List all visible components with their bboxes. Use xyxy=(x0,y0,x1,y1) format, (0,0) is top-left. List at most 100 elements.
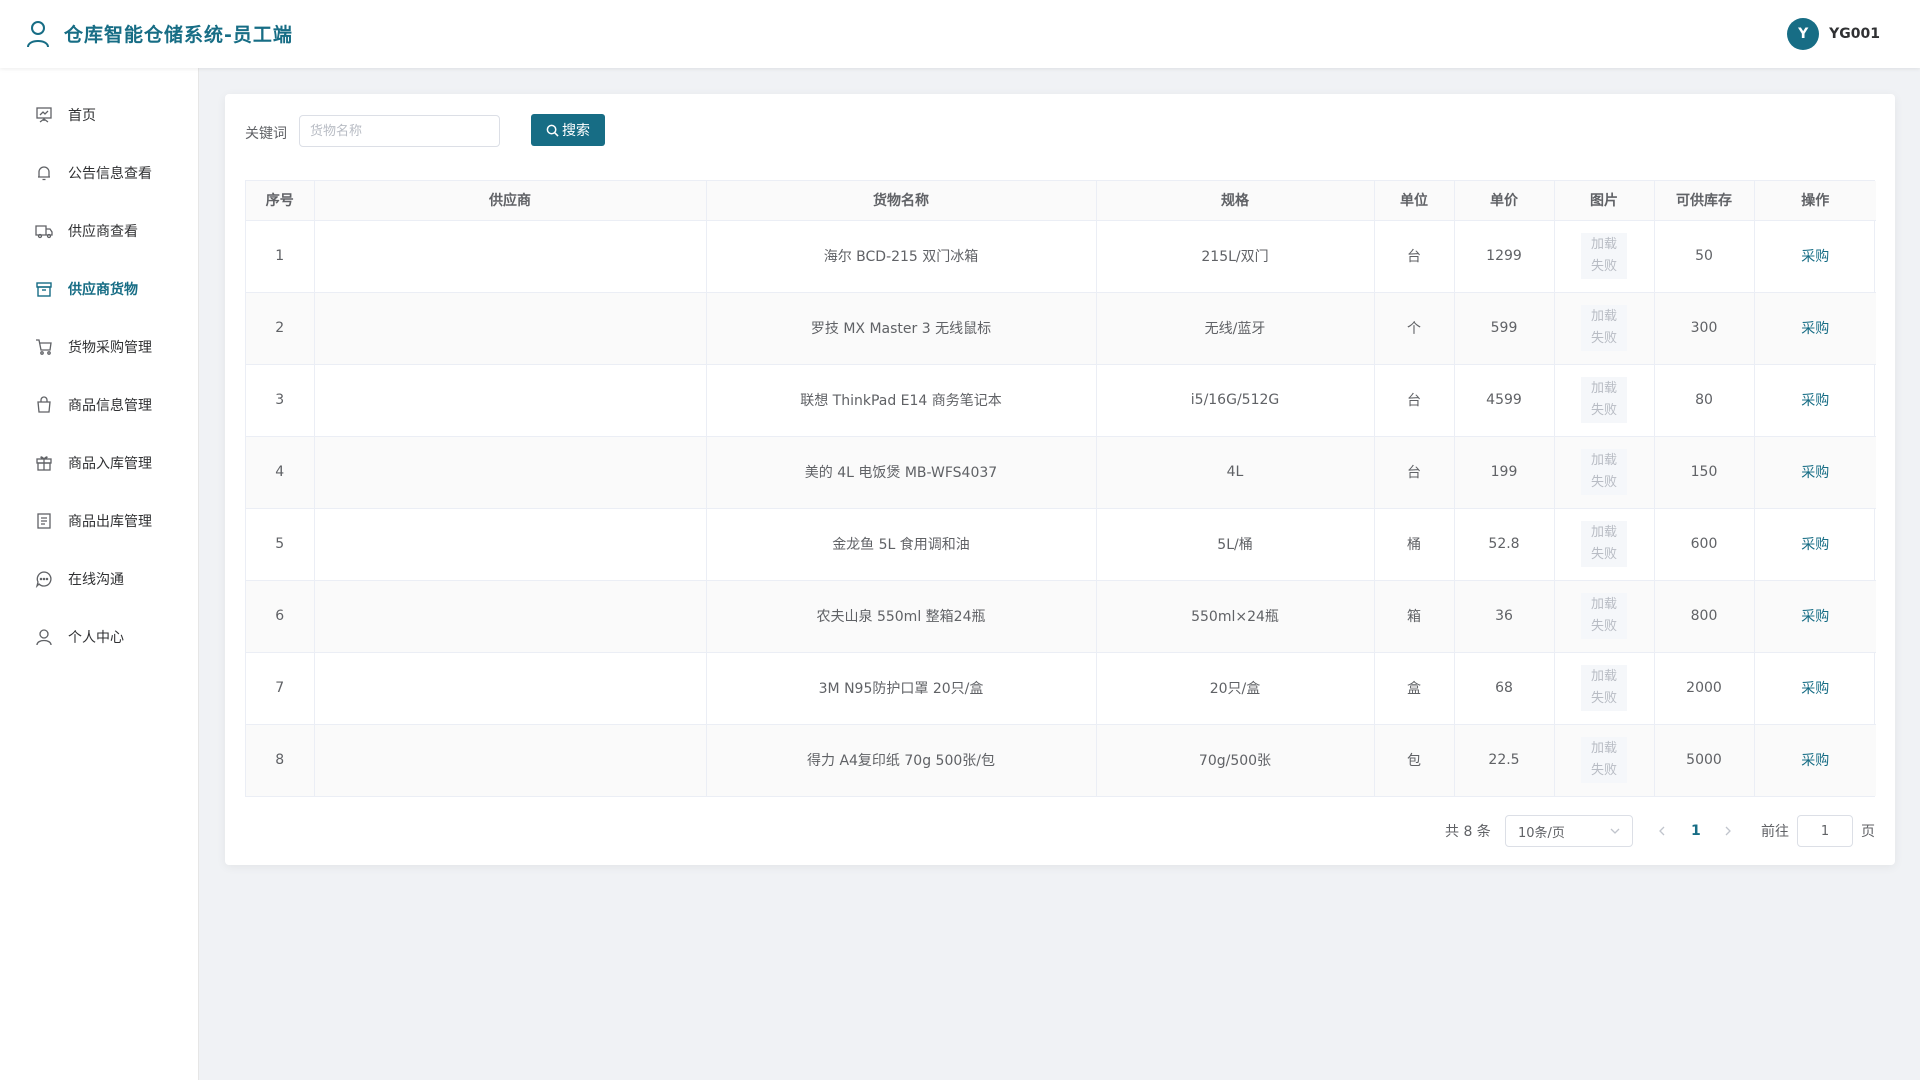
cart-icon xyxy=(36,339,52,355)
goto-page-input[interactable] xyxy=(1797,815,1853,847)
action-cell: 采购 xyxy=(1754,436,1876,509)
purchase-link[interactable]: 采购 xyxy=(1801,249,1829,265)
column-header: 单位 xyxy=(1374,181,1455,221)
price-cell: 4599 xyxy=(1454,364,1555,437)
search-button-label: 搜索 xyxy=(562,123,590,139)
goods-name-cell: 得力 A4复印纸 70g 500张/包 xyxy=(706,724,1097,796)
sidebar-item-supplier-goods[interactable]: 供应商货物 xyxy=(0,261,199,317)
price-cell: 36 xyxy=(1454,580,1555,653)
goods-table: 序号 供应商 货物名称 规格 单位 单价 图片 可供库存 操作 1 海尔 BCD-… xyxy=(245,180,1876,797)
sidebar-item-announcements[interactable]: 公告信息查看 xyxy=(0,145,199,201)
sidebar-item-product-info[interactable]: 商品信息管理 xyxy=(0,377,199,433)
spec-cell: 550ml×24瓶 xyxy=(1096,580,1375,653)
sidebar-item-label: 首页 xyxy=(68,108,96,124)
unit-cell: 台 xyxy=(1374,364,1455,437)
price-cell: 22.5 xyxy=(1454,724,1555,796)
next-page-button[interactable] xyxy=(1723,815,1733,847)
table-row: 1 海尔 BCD-215 双门冰箱 215L/双门台 1299 加载失败 50 采购 xyxy=(246,220,1876,293)
page-size-select[interactable]: 10条/页 xyxy=(1505,815,1633,847)
app-header: 仓库智能仓储系统-员工端 Y YG001 xyxy=(0,0,1920,68)
price-cell: 52.8 xyxy=(1454,508,1555,581)
image-cell: 加载失败 xyxy=(1554,292,1655,365)
column-header: 操作 xyxy=(1754,181,1876,221)
table-row: 7 3M N95防护口罩 20只/盒 20只/盒盒 68 加载失败 2000 采购 xyxy=(246,652,1876,725)
search-input[interactable] xyxy=(299,115,500,147)
sidebar-item-home[interactable]: 首页 xyxy=(0,87,199,143)
row-number: 5 xyxy=(246,508,315,581)
search-icon xyxy=(546,124,559,137)
goods-name-cell: 联想 ThinkPad E14 商务笔记本 xyxy=(706,364,1097,437)
table-row: 3 联想 ThinkPad E14 商务笔记本 i5/16G/512G 台 4599 加载… xyxy=(246,364,1876,437)
avatar[interactable]: Y xyxy=(1787,18,1820,50)
price-cell: 599 xyxy=(1454,292,1555,365)
purchase-link[interactable]: 采购 xyxy=(1801,753,1829,769)
image-load-failed: 加载失败 xyxy=(1581,737,1627,784)
sidebar-item-stock-out[interactable]: 商品出库管理 xyxy=(0,493,199,549)
purchase-link[interactable]: 采购 xyxy=(1801,393,1829,409)
sidebar-item-profile[interactable]: 个人中心 xyxy=(0,609,199,665)
spec-cell: 无线/蓝牙 xyxy=(1096,292,1375,365)
spec-cell: 215L/双门 xyxy=(1096,220,1375,293)
purchase-link[interactable]: 采购 xyxy=(1801,681,1829,697)
image-cell: 加载失败 xyxy=(1554,508,1655,581)
app-title: 仓库智能仓储系统-员工端 xyxy=(64,24,293,46)
row-number: 2 xyxy=(246,292,315,365)
goods-name-cell: 美的 4L 电饭煲 MB-WFS4037 xyxy=(706,436,1097,509)
purchase-link[interactable]: 采购 xyxy=(1801,537,1829,553)
action-cell: 采购 xyxy=(1754,220,1876,293)
purchase-link[interactable]: 采购 xyxy=(1801,465,1829,481)
spec-cell: 70g/500张 xyxy=(1096,724,1375,796)
table-row: 5 金龙鱼 5L 食用调和油 5L/桶桶 52.8 加载失败 600 采购 xyxy=(246,508,1876,581)
sidebar-item-label: 供应商查看 xyxy=(68,224,138,240)
sidebar-item-purchase[interactable]: 货物采购管理 xyxy=(0,319,199,375)
stock-cell: 80 xyxy=(1654,364,1755,437)
unit-cell: 个 xyxy=(1374,292,1455,365)
gift-box-icon xyxy=(36,456,52,471)
goto-label: 前往 xyxy=(1761,824,1789,840)
sidebar-item-stock-in[interactable]: 商品入库管理 xyxy=(0,435,199,491)
sidebar-item-label: 商品入库管理 xyxy=(68,456,152,472)
column-header: 单价 xyxy=(1454,181,1555,221)
prev-page-button[interactable] xyxy=(1657,815,1667,847)
user-menu[interactable]: Y YG001 xyxy=(1787,18,1880,50)
content-card: 关键词 搜索 序号 供应商 货物名称 规格 单位 单价 图片 可供 xyxy=(225,94,1895,865)
image-load-failed: 加载失败 xyxy=(1581,665,1627,711)
stock-cell: 300 xyxy=(1654,292,1755,365)
supplier-cell xyxy=(314,580,707,653)
action-cell: 采购 xyxy=(1754,652,1876,725)
table-row: 6 农夫山泉 550ml 整箱24瓶 550ml×24瓶箱 36 加载失败 800 采购 xyxy=(246,580,1876,653)
sidebar-item-label: 商品出库管理 xyxy=(68,514,152,530)
row-number: 3 xyxy=(246,364,315,437)
goods-name-cell: 农夫山泉 550ml 整箱24瓶 xyxy=(706,580,1097,653)
action-cell: 采购 xyxy=(1754,364,1876,437)
search-button[interactable]: 搜索 xyxy=(531,114,605,146)
supplier-cell xyxy=(314,292,707,365)
sidebar-item-label: 在线沟通 xyxy=(68,572,124,588)
table-row: 4 美的 4L 电饭煲 MB-WFS4037 4L 台 199 加载失败 150 采购 xyxy=(246,436,1876,509)
row-number: 6 xyxy=(246,580,315,653)
image-load-failed: 加载失败 xyxy=(1581,449,1627,495)
row-number: 4 xyxy=(246,436,315,509)
action-cell: 采购 xyxy=(1754,292,1876,365)
spec-cell: i5/16G/512G xyxy=(1096,364,1375,437)
image-load-failed: 加载失败 xyxy=(1581,377,1627,423)
supplier-cell xyxy=(314,724,707,796)
purchase-link[interactable]: 采购 xyxy=(1801,321,1829,337)
goods-name-cell: 罗技 MX Master 3 无线鼠标 xyxy=(706,292,1097,365)
table-row: 8 得力 A4复印纸 70g 500张/包 70g/500张包 22.5 加载失败 500… xyxy=(246,724,1876,796)
column-header: 图片 xyxy=(1554,181,1655,221)
stock-cell: 5000 xyxy=(1654,724,1755,796)
page-number-current[interactable]: 1 xyxy=(1691,815,1701,847)
sidebar-item-suppliers[interactable]: 供应商查看 xyxy=(0,203,199,259)
column-header: 可供库存 xyxy=(1654,181,1755,221)
stock-cell: 600 xyxy=(1654,508,1755,581)
stock-cell: 2000 xyxy=(1654,652,1755,725)
sidebar-item-chat[interactable]: 在线沟通 xyxy=(0,551,199,607)
username[interactable]: YG001 xyxy=(1829,26,1880,42)
spec-cell: 5L/桶 xyxy=(1096,508,1375,581)
unit-cell: 桶 xyxy=(1374,508,1455,581)
purchase-link[interactable]: 采购 xyxy=(1801,609,1829,625)
user-outline-icon xyxy=(27,21,49,48)
image-cell: 加载失败 xyxy=(1554,724,1655,796)
price-cell: 199 xyxy=(1454,436,1555,509)
